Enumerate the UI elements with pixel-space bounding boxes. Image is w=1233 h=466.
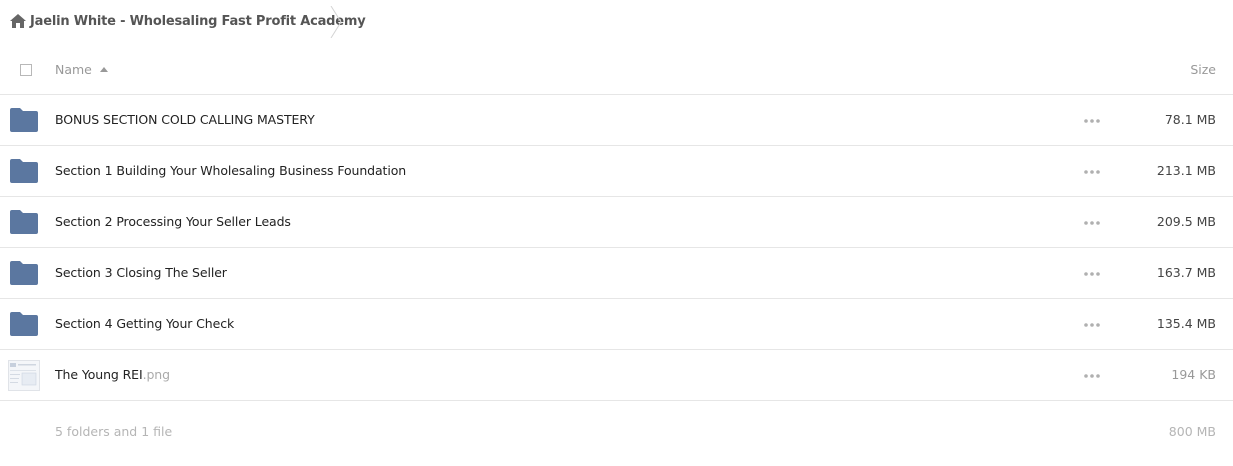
item-name[interactable]: The Young REI.png xyxy=(55,367,170,382)
column-name-label: Name xyxy=(55,62,92,77)
more-options-icon[interactable] xyxy=(1084,119,1100,123)
sort-ascending-icon xyxy=(99,67,108,72)
column-header-name[interactable]: Name xyxy=(55,62,108,77)
item-name[interactable]: Section 1 Building Your Wholesaling Busi… xyxy=(55,163,406,178)
list-header: Name Size xyxy=(0,44,1233,95)
folder-row[interactable]: BONUS SECTION COLD CALLING MASTERY 78.1 M… xyxy=(0,95,1233,146)
breadcrumb-current[interactable]: Jaelin White - Wholesaling Fast Profit A… xyxy=(30,14,366,29)
folder-icon xyxy=(10,108,38,132)
item-name-text: Section 4 Getting Your Check xyxy=(55,316,235,331)
breadcrumb: Jaelin White - Wholesaling Fast Profit A… xyxy=(0,0,1233,44)
item-size: 194 KB xyxy=(1171,367,1216,382)
file-row[interactable]: The Young REI.png 194 KB xyxy=(0,350,1233,401)
item-name-text: Section 1 Building Your Wholesaling Busi… xyxy=(55,163,407,178)
item-name-text: The Young REI xyxy=(55,367,143,382)
breadcrumb-chevron-icon xyxy=(330,6,342,38)
item-count-summary: 5 folders and 1 file xyxy=(55,424,173,439)
more-options-icon[interactable] xyxy=(1084,272,1100,276)
item-name[interactable]: Section 4 Getting Your Check xyxy=(55,316,234,331)
item-name[interactable]: BONUS SECTION COLD CALLING MASTERY xyxy=(55,112,315,127)
item-size: 209.5 MB xyxy=(1156,214,1216,229)
folder-icon xyxy=(10,210,38,234)
item-name-text: BONUS SECTION COLD CALLING MASTERY xyxy=(55,112,315,127)
more-options-icon[interactable] xyxy=(1084,221,1100,225)
more-options-icon[interactable] xyxy=(1084,170,1100,174)
folder-row[interactable]: Section 1 Building Your Wholesaling Busi… xyxy=(0,146,1233,197)
folder-row[interactable]: Section 2 Processing Your Seller Leads 20… xyxy=(0,197,1233,248)
folder-row[interactable]: Section 3 Closing The Seller 163.7 MB xyxy=(0,248,1233,299)
folder-icon xyxy=(10,312,38,336)
item-size: 213.1 MB xyxy=(1156,163,1216,178)
item-name[interactable]: Section 3 Closing The Seller xyxy=(55,265,227,280)
select-all-checkbox[interactable] xyxy=(20,64,32,76)
item-size: 135.4 MB xyxy=(1156,316,1216,331)
folder-icon xyxy=(10,159,38,183)
item-name-text: Section 3 Closing The Seller xyxy=(55,265,227,280)
image-thumbnail-icon xyxy=(8,360,40,391)
folder-row[interactable]: Section 4 Getting Your Check 135.4 MB xyxy=(0,299,1233,350)
list-footer: 5 folders and 1 file 800 MB xyxy=(0,414,1233,448)
file-list: BONUS SECTION COLD CALLING MASTERY 78.1 M… xyxy=(0,95,1233,401)
more-options-icon[interactable] xyxy=(1084,374,1100,378)
column-header-size[interactable]: Size xyxy=(1190,62,1216,77)
folder-icon xyxy=(10,261,38,285)
item-size: 78.1 MB xyxy=(1164,112,1216,127)
item-extension: .png xyxy=(142,367,170,382)
home-icon[interactable] xyxy=(10,14,26,28)
item-name-text: Section 2 Processing Your Seller Leads xyxy=(55,214,291,229)
item-size: 163.7 MB xyxy=(1156,265,1216,280)
total-size: 800 MB xyxy=(1168,424,1216,439)
more-options-icon[interactable] xyxy=(1084,323,1100,327)
item-name[interactable]: Section 2 Processing Your Seller Leads xyxy=(55,214,291,229)
